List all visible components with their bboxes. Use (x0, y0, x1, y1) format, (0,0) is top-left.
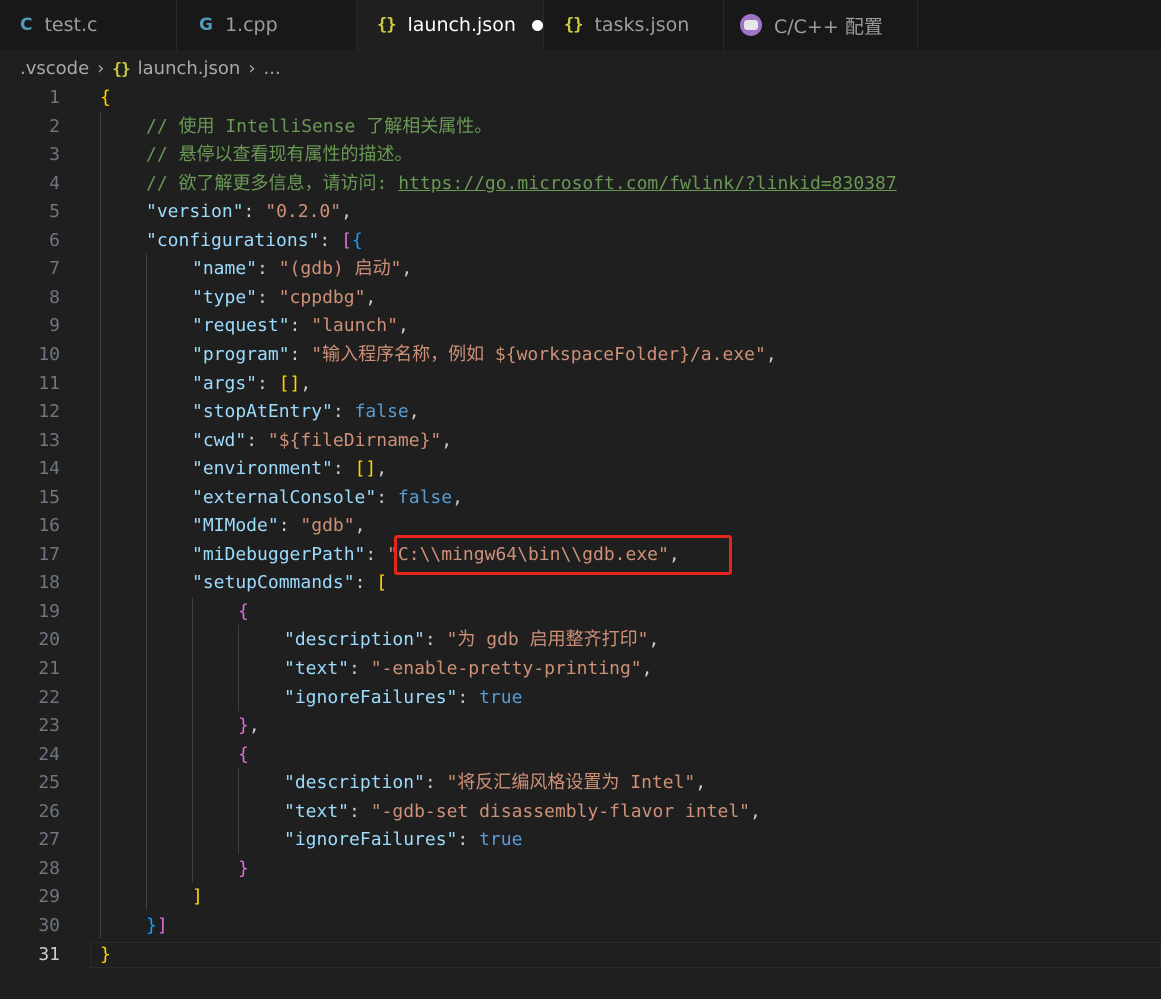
code-line: 29] (38, 886, 203, 908)
json-file-icon: {} (377, 15, 397, 35)
highlight-annotation-box (394, 535, 732, 575)
chevron-right-icon: › (97, 57, 105, 79)
code-line: 3// 悬停以查看现有属性的描述。 (49, 144, 413, 166)
code-line: 21 "text": "-enable-pretty-printing", (38, 658, 653, 679)
code-line: 13 "cwd": "${fileDirname}", (38, 429, 453, 451)
code-line: 6 "configurations": [{ (49, 229, 363, 251)
code-line: 2// 使用 IntelliSense 了解相关属性。 (49, 115, 493, 137)
code-line: 1{ (49, 87, 111, 108)
code-line: 19{ (38, 600, 249, 622)
code-line: 26 "text": "-gdb-set disassembly-flavor i… (38, 800, 761, 822)
docs-link[interactable]: https://go.microsoft.com/fwlink/?linkid=… (398, 173, 897, 194)
unsaved-dot-icon[interactable] (531, 19, 543, 31)
breadcrumb-folder[interactable]: .vscode (20, 58, 89, 79)
code-line: 5 "version": "0.2.0", (49, 201, 352, 223)
code-line: 8 "type": "cppdbg", (49, 286, 377, 308)
code-line-current: 31} (0, 940, 1161, 970)
code-line: 12 "stopAtEntry": false, (38, 401, 420, 423)
code-line: 22 "ignoreFailures": true (38, 686, 523, 708)
code-line: 15 "externalConsole": false, (38, 486, 463, 508)
code-line: 27 "ignoreFailures": true (38, 829, 523, 851)
tab-tasks-json[interactable]: {} tasks.json (544, 0, 724, 50)
tab-1-cpp[interactable]: G 1.cpp (177, 0, 357, 50)
code-line: 14 "environment": [], (38, 458, 388, 480)
breadcrumb-more[interactable]: ... (264, 58, 281, 79)
json-file-icon: {} (564, 15, 584, 35)
editor-tab-bar: C test.c G 1.cpp {} launch.json {} tasks… (0, 0, 1161, 50)
chevron-right-icon: › (248, 57, 256, 79)
tab-label: C/C++ 配置 (774, 15, 883, 38)
tab-label: 1.cpp (224, 14, 278, 36)
tab-label: tasks.json (594, 14, 690, 36)
breadcrumb-file[interactable]: launch.json (138, 58, 241, 79)
cpp-file-icon: G (199, 15, 213, 35)
code-line: 10 "program": "输入程序名称，例如 ${workspaceFolde… (38, 343, 777, 365)
code-line: 28} (38, 857, 249, 879)
code-line: 11 "args": [], (38, 372, 312, 394)
code-line: 7 "name": "(gdb) 启动", (49, 258, 413, 280)
code-line: 24{ (38, 743, 249, 765)
tab-launch-json[interactable]: {} launch.json (357, 0, 544, 50)
code-line: 23}, (38, 715, 260, 737)
c-file-icon: C (20, 15, 33, 35)
code-line: 4// 欲了解更多信息，请访问: https://go.microsoft.co… (49, 172, 897, 194)
cpp-config-icon (740, 14, 762, 36)
code-line: 25 "description": "将反汇编风格设置为 Intel", (38, 772, 707, 794)
tab-label: launch.json (407, 14, 516, 36)
tab-cpp-config[interactable]: C/C++ 配置 (724, 0, 918, 50)
json-file-icon: {} (112, 58, 130, 78)
code-line: 30}] (38, 914, 168, 936)
tab-test-c[interactable]: C test.c (0, 0, 177, 50)
breadcrumb: .vscode › {} launch.json › ... (0, 50, 1161, 86)
tab-label: test.c (44, 14, 98, 36)
code-line: 9 "request": "launch", (49, 315, 409, 337)
code-line: 20 "description": "为 gdb 启用整齐打印", (38, 629, 660, 651)
